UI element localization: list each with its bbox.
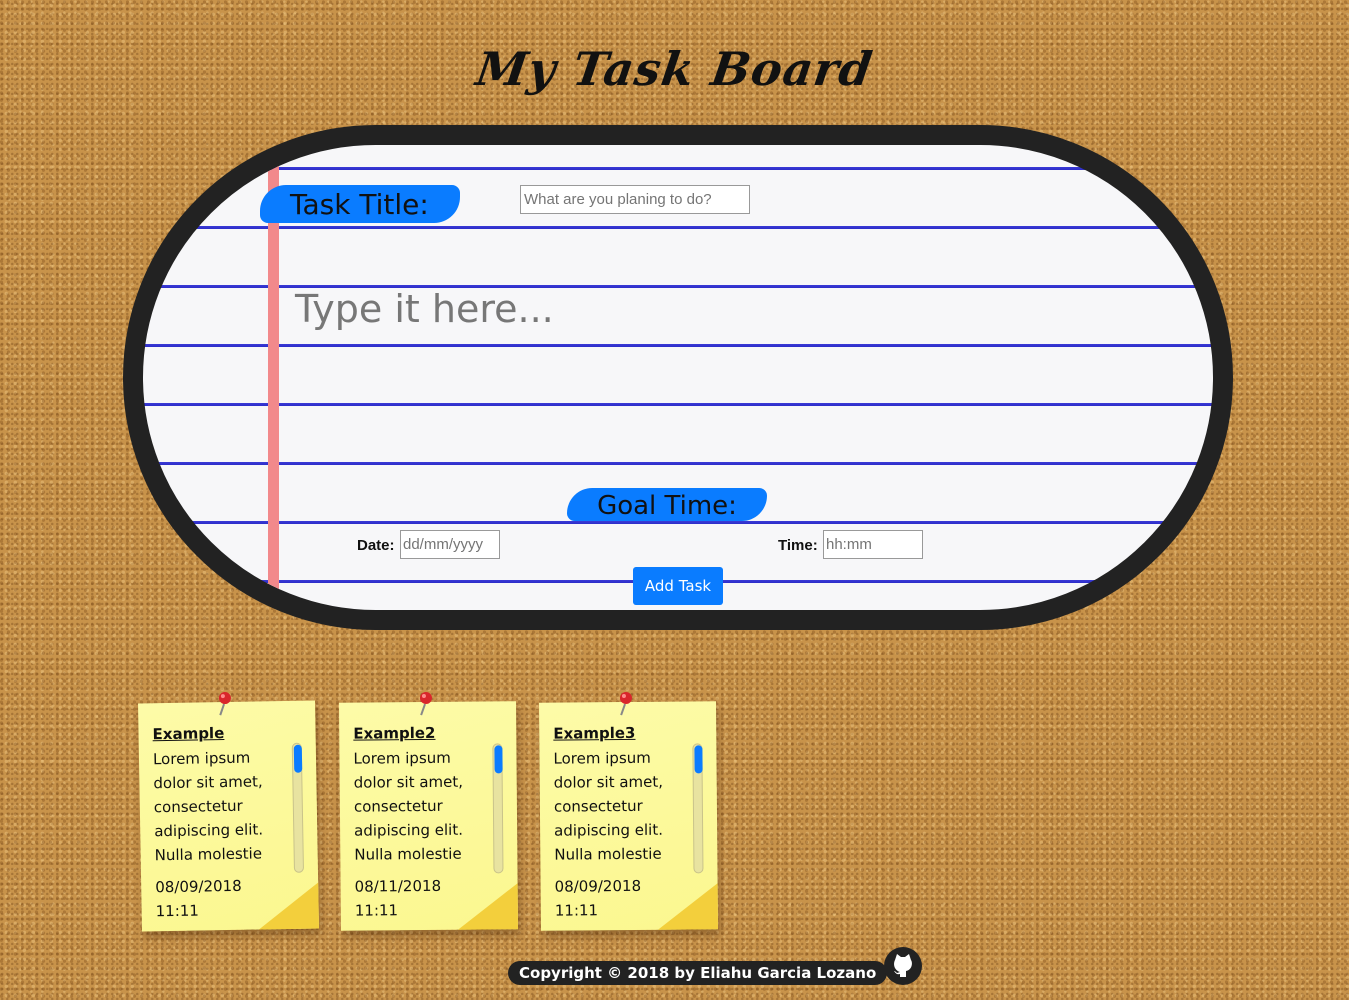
pushpin-icon bbox=[218, 692, 231, 716]
note-scrollbar[interactable] bbox=[291, 742, 305, 873]
add-task-button[interactable]: Add Task bbox=[633, 567, 723, 605]
task-form-pad: Task Title: Goal Time: Date: Time: Add T… bbox=[123, 125, 1233, 630]
note-date: 08/09/2018 bbox=[155, 876, 242, 897]
scrollbar-thumb[interactable] bbox=[494, 745, 503, 774]
note-title: Example3 bbox=[553, 723, 636, 743]
note-time: 11:11 bbox=[155, 901, 200, 921]
task-note: Example3 Lorem ipsum dolor sit amet, con… bbox=[539, 692, 718, 931]
task-description-textarea[interactable] bbox=[293, 285, 1177, 469]
task-note: Example2 Lorem ipsum dolor sit amet, con… bbox=[339, 692, 518, 931]
note-body: Lorem ipsum dolor sit amet, consectetur … bbox=[353, 748, 464, 864]
note-title: Example bbox=[152, 724, 225, 744]
footer-copyright: Copyright © 2018 by Eliahu Garcia Lozano bbox=[508, 961, 888, 985]
task-note: Example Lorem ipsum dolor sit amet, cons… bbox=[138, 692, 319, 932]
pushpin-icon bbox=[619, 692, 632, 716]
date-label: Date: bbox=[357, 537, 395, 554]
note-body: Lorem ipsum dolor sit amet, consectetur … bbox=[553, 748, 664, 864]
note-scrollbar[interactable] bbox=[492, 743, 504, 874]
goal-time-label: Goal Time: bbox=[567, 488, 767, 521]
note-body: Lorem ipsum dolor sit amet, consectetur … bbox=[152, 748, 264, 865]
note-date: 08/09/2018 bbox=[554, 876, 642, 896]
task-title-input[interactable] bbox=[520, 185, 750, 214]
note-date: 08/11/2018 bbox=[354, 876, 442, 896]
scrollbar-thumb[interactable] bbox=[293, 744, 303, 773]
github-logo-glyph bbox=[894, 954, 912, 977]
page-title: My Task Board bbox=[472, 42, 877, 96]
time-label: Time: bbox=[778, 537, 818, 554]
time-input[interactable] bbox=[823, 530, 923, 559]
pushpin-icon bbox=[419, 692, 432, 716]
scrollbar-thumb[interactable] bbox=[694, 745, 703, 774]
note-page-curl bbox=[657, 883, 718, 930]
note-scrollbar[interactable] bbox=[692, 743, 704, 874]
note-title: Example2 bbox=[353, 723, 436, 743]
note-time: 11:11 bbox=[354, 901, 399, 920]
date-input[interactable] bbox=[400, 530, 500, 559]
note-page-curl bbox=[457, 883, 518, 930]
note-page-curl bbox=[258, 882, 319, 930]
github-icon[interactable] bbox=[884, 947, 922, 985]
note-time: 11:11 bbox=[554, 901, 599, 920]
task-title-label: Task Title: bbox=[260, 185, 460, 223]
